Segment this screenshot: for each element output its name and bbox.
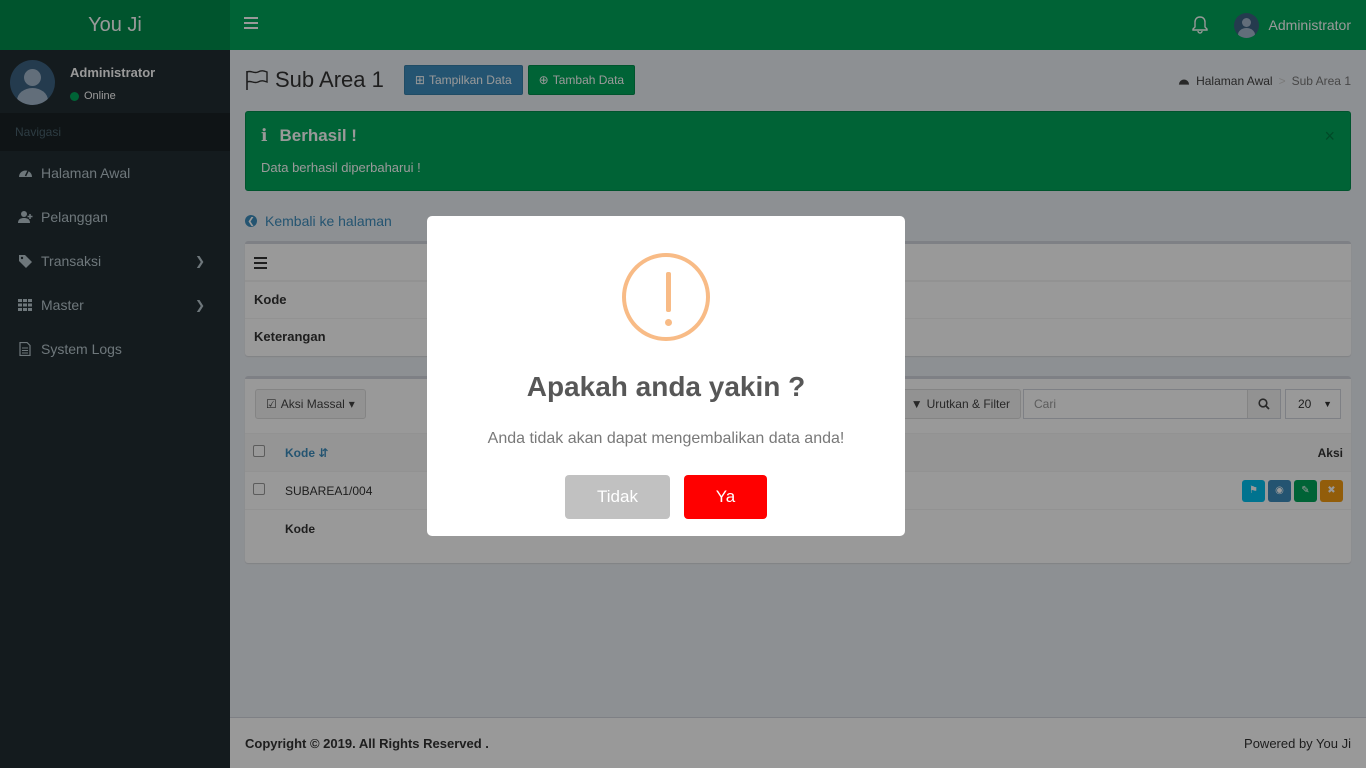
confirm-dialog: Apakah anda yakin ? Anda tidak akan dapa… bbox=[427, 216, 905, 536]
warning-icon bbox=[622, 253, 710, 341]
dialog-text: Anda tidak akan dapat mengembalikan data… bbox=[487, 430, 845, 447]
cancel-button[interactable]: Tidak bbox=[565, 475, 670, 519]
confirm-button[interactable]: Ya bbox=[684, 475, 767, 519]
dialog-title: Apakah anda yakin ? bbox=[526, 371, 806, 402]
